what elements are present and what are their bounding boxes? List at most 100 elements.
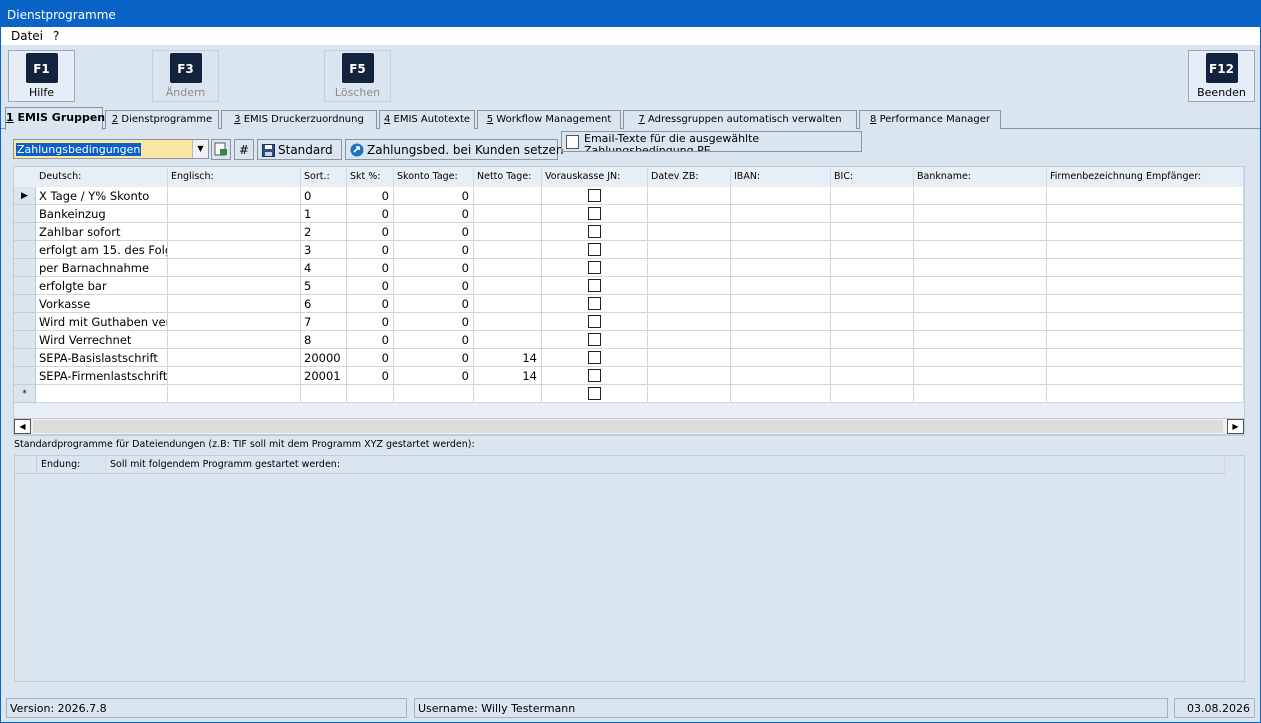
table-cell[interactable] [731, 205, 831, 223]
table-cell[interactable] [648, 259, 731, 277]
table-cell[interactable]: 0 [347, 349, 394, 367]
column-header[interactable]: Englisch: [168, 167, 301, 187]
table-cell[interactable] [731, 385, 831, 403]
table-cell[interactable] [1047, 349, 1244, 367]
table-cell[interactable] [914, 187, 1047, 205]
table-cell[interactable] [648, 313, 731, 331]
table-cell[interactable] [731, 223, 831, 241]
table-cell[interactable] [831, 241, 914, 259]
table-cell[interactable] [914, 241, 1047, 259]
table-row[interactable]: SEPA-Firmenlastschrift 20001 0 0 14 [14, 367, 1244, 385]
table-cell[interactable] [831, 349, 914, 367]
table-cell[interactable] [542, 367, 648, 385]
table-cell[interactable] [831, 259, 914, 277]
row-selector[interactable] [14, 223, 36, 241]
table-cell[interactable] [831, 385, 914, 403]
table-row[interactable]: per Barnachnahme 4 0 0 [14, 259, 1244, 277]
table-cell[interactable] [474, 241, 542, 259]
table-cell[interactable]: 6 [301, 295, 347, 313]
table-cell[interactable] [914, 259, 1047, 277]
chevron-down-icon[interactable]: ▼ [192, 140, 208, 158]
table-cell[interactable] [648, 277, 731, 295]
table-cell[interactable]: Wird mit Guthaben verrechnet [36, 313, 168, 331]
table-cell[interactable]: 0 [347, 277, 394, 295]
table-cell[interactable] [542, 313, 648, 331]
column-header[interactable]: Deutsch: [36, 167, 168, 187]
new-table-row[interactable]: * [14, 385, 1244, 403]
table-cell[interactable] [474, 385, 542, 403]
table-cell[interactable] [731, 259, 831, 277]
table-cell[interactable] [1047, 367, 1244, 385]
table-cell[interactable] [648, 367, 731, 385]
table-cell[interactable] [542, 277, 648, 295]
column-header[interactable]: Netto Tage: [474, 167, 542, 187]
table-cell[interactable] [168, 187, 301, 205]
table-cell[interactable]: 3 [301, 241, 347, 259]
table-cell[interactable] [1047, 313, 1244, 331]
email-texts-button[interactable]: Email-Texte für die ausgewählte Zahlungs… [561, 131, 862, 152]
table-cell[interactable]: 0 [347, 259, 394, 277]
table-cell[interactable] [168, 205, 301, 223]
table-cell[interactable]: 20000 [301, 349, 347, 367]
table-cell[interactable] [648, 295, 731, 313]
table-cell[interactable] [1047, 223, 1244, 241]
table-cell[interactable] [914, 223, 1047, 241]
tab-emis-gruppen[interactable]: 1 EMIS Gruppen [5, 107, 105, 130]
prepayment-checkbox[interactable] [588, 207, 601, 220]
column-header[interactable]: Skt %: [347, 167, 394, 187]
column-header[interactable]: Skonto Tage: [394, 167, 474, 187]
tab-performance[interactable]: 8 Performance Manager [859, 110, 1001, 129]
set-payment-terms-button[interactable]: Zahlungsbed. bei Kunden setzen [345, 139, 564, 160]
tab-druckerzuordnung[interactable]: 3 EMIS Druckerzuordnung [221, 110, 377, 129]
edit-button[interactable]: F3 Ändern [152, 50, 219, 102]
prepayment-checkbox[interactable] [588, 261, 601, 274]
export-excel-button[interactable] [211, 139, 231, 160]
table-cell[interactable]: 0 [394, 367, 474, 385]
row-selector[interactable] [14, 205, 36, 223]
table-cell[interactable]: 7 [301, 313, 347, 331]
table-cell[interactable]: 1 [301, 205, 347, 223]
table-cell[interactable]: 4 [301, 259, 347, 277]
table-cell[interactable] [168, 367, 301, 385]
table-row[interactable]: Bankeinzug 1 0 0 [14, 205, 1244, 223]
table-cell[interactable] [1047, 241, 1244, 259]
table-cell[interactable]: 20001 [301, 367, 347, 385]
row-selector[interactable] [14, 241, 36, 259]
table-cell[interactable] [168, 313, 301, 331]
table-cell[interactable] [831, 313, 914, 331]
table-cell[interactable] [1047, 187, 1244, 205]
table-cell[interactable] [1047, 295, 1244, 313]
table-cell[interactable]: 0 [394, 205, 474, 223]
table-cell[interactable] [831, 205, 914, 223]
table-cell[interactable]: 0 [301, 187, 347, 205]
table-cell[interactable] [542, 205, 648, 223]
table-cell[interactable] [731, 277, 831, 295]
table-cell[interactable]: 0 [394, 187, 474, 205]
table-row[interactable]: Wird Verrechnet 8 0 0 [14, 331, 1244, 349]
table-cell[interactable] [914, 313, 1047, 331]
column-header[interactable]: BIC: [831, 167, 914, 187]
prepayment-checkbox[interactable] [588, 315, 601, 328]
table-cell[interactable] [542, 385, 648, 403]
row-selector[interactable]: ▶ [14, 187, 36, 205]
prepayment-checkbox[interactable] [588, 225, 601, 238]
row-selector[interactable] [14, 295, 36, 313]
table-cell[interactable] [542, 259, 648, 277]
table-cell[interactable]: 5 [301, 277, 347, 295]
table-cell[interactable]: 0 [394, 223, 474, 241]
table-cell[interactable] [168, 385, 301, 403]
menu-datei[interactable]: Datei [11, 29, 43, 43]
table-cell[interactable]: SEPA-Firmenlastschrift [36, 367, 168, 385]
column-header[interactable]: Sort.: [301, 167, 347, 187]
table-cell[interactable]: Wird Verrechnet [36, 331, 168, 349]
table-cell[interactable]: 0 [394, 349, 474, 367]
hash-button[interactable]: # [234, 139, 254, 160]
table-cell[interactable] [542, 295, 648, 313]
table-cell[interactable] [648, 205, 731, 223]
table-cell[interactable] [168, 331, 301, 349]
table-cell[interactable]: Bankeinzug [36, 205, 168, 223]
table-row[interactable]: Wird mit Guthaben verrechnet700 [14, 313, 1244, 331]
table-cell[interactable] [474, 295, 542, 313]
table-cell[interactable] [731, 295, 831, 313]
prepayment-checkbox[interactable] [588, 189, 601, 202]
